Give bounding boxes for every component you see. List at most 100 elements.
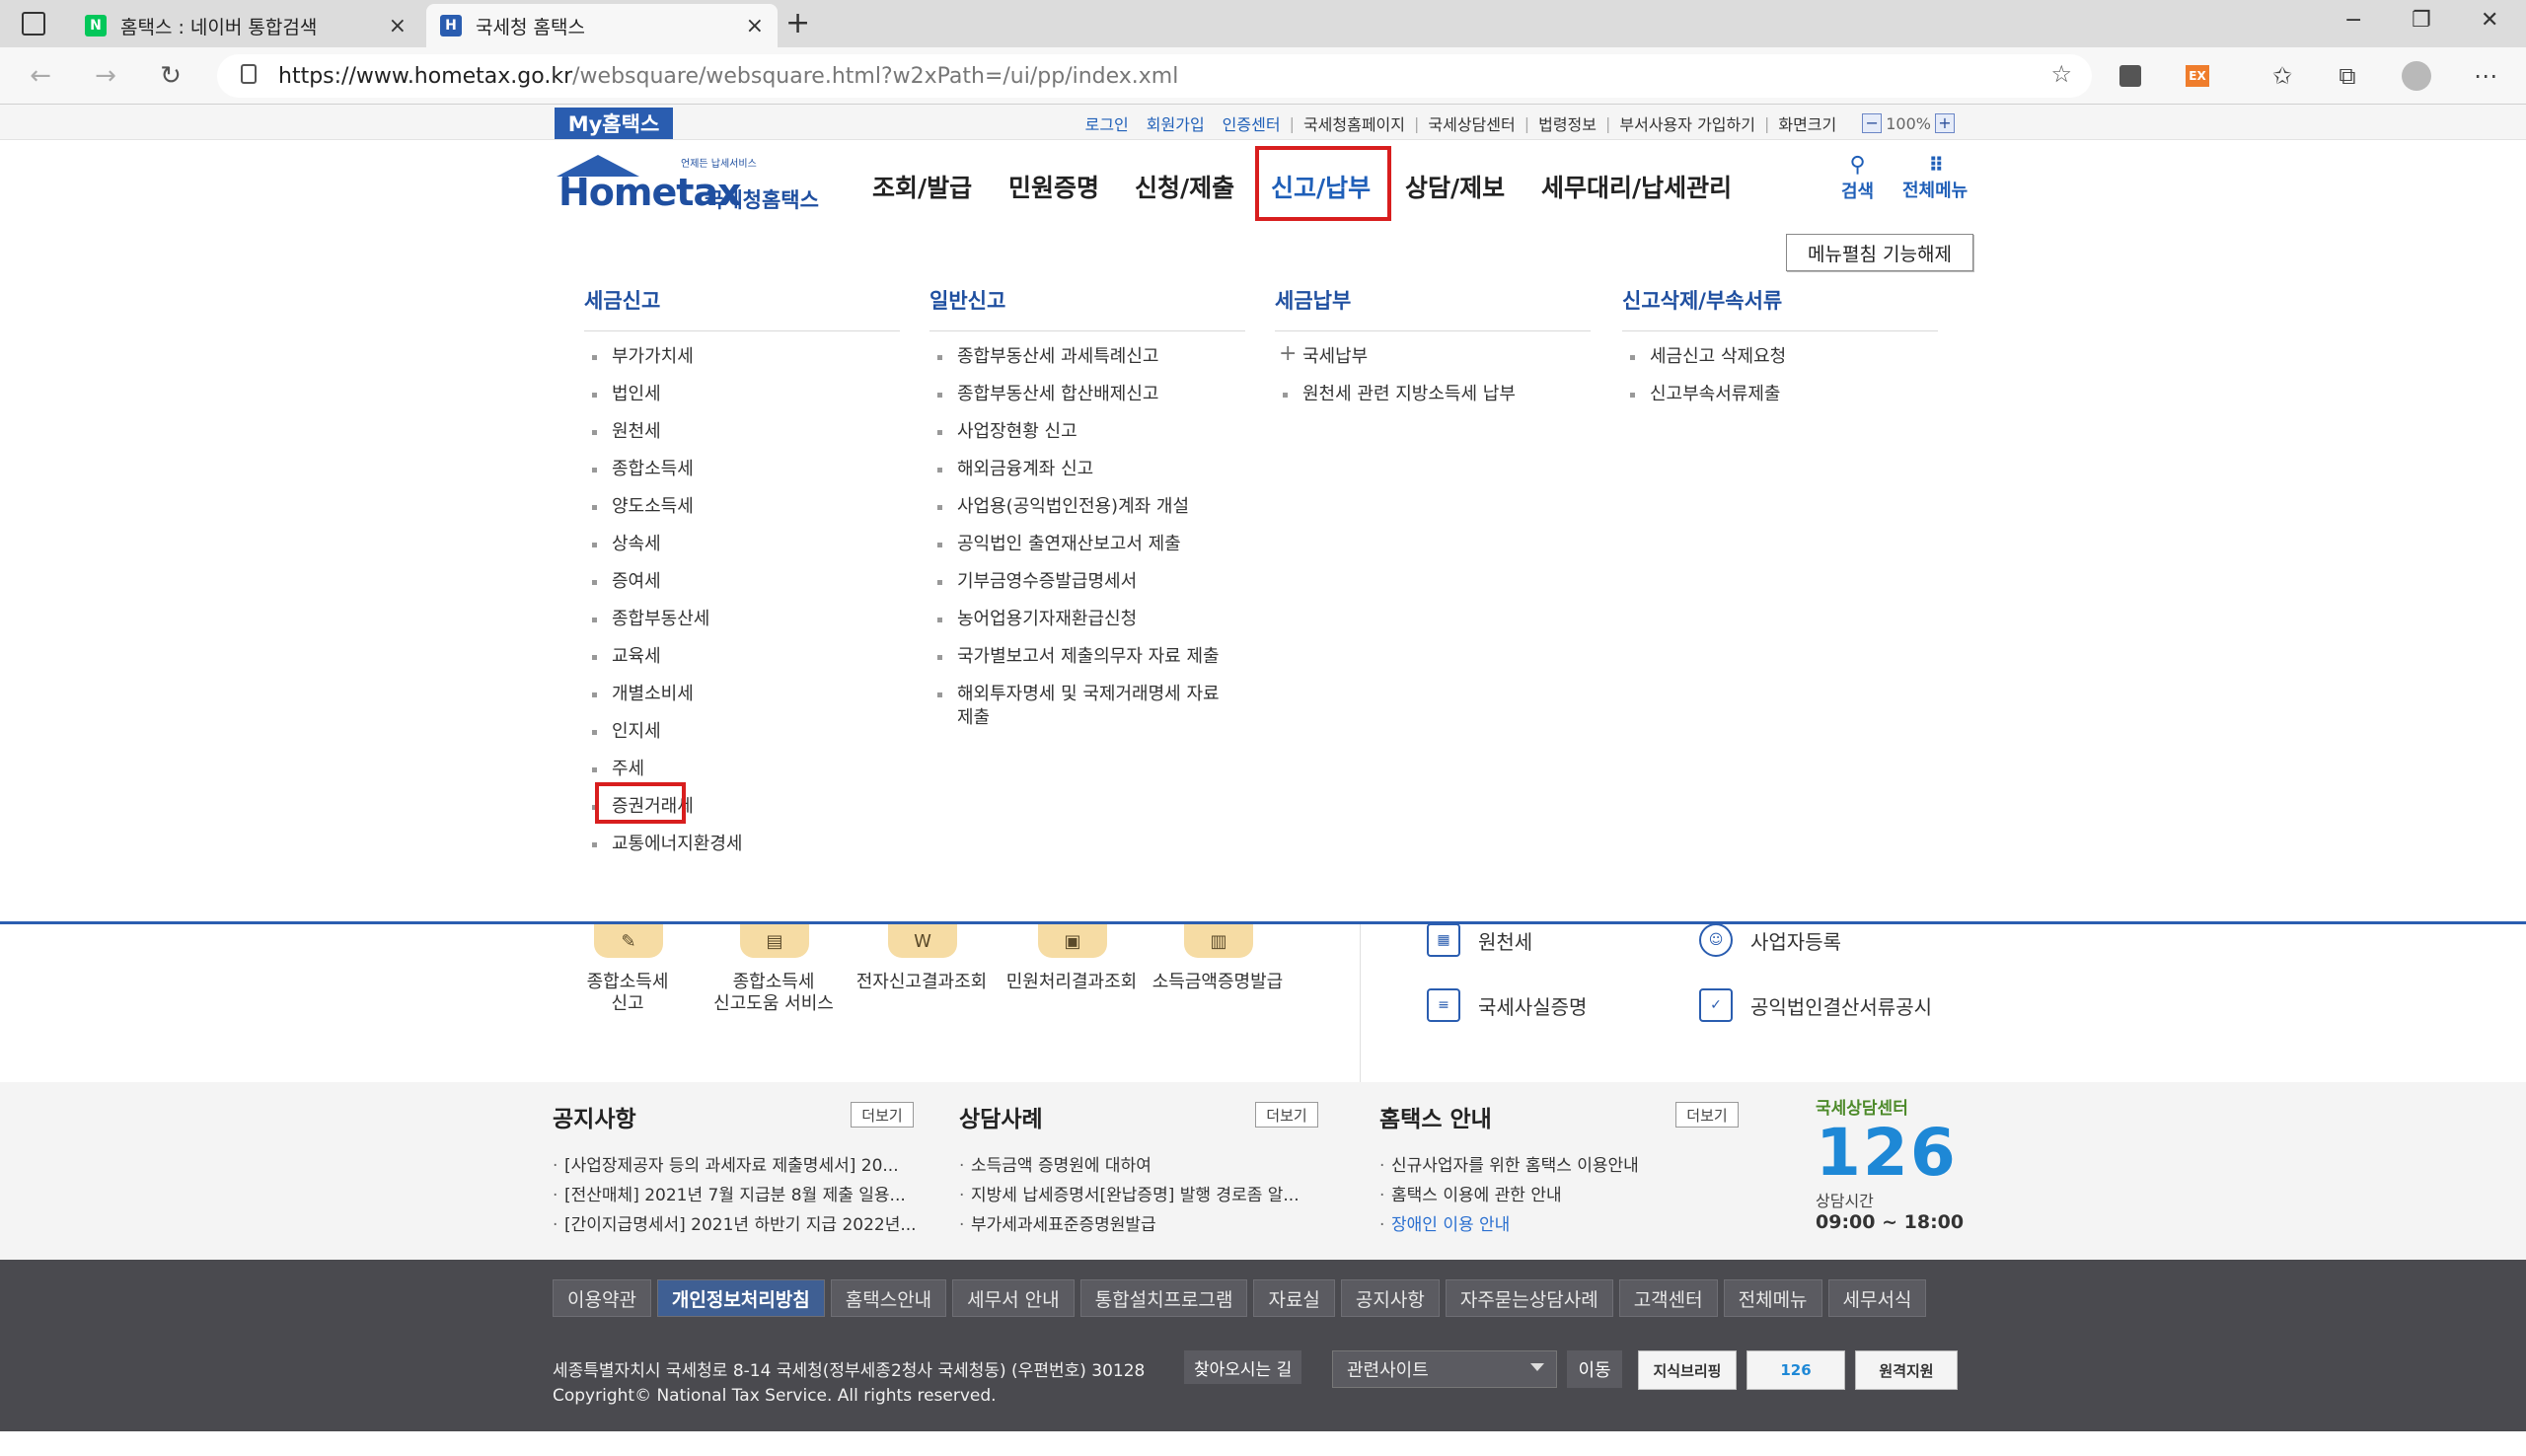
menu-item[interactable]: 사업용(공익법인전용)계좌 개설 xyxy=(929,495,1245,533)
menu-item[interactable]: 공익법인 출연재산보고서 제출 xyxy=(929,533,1245,570)
menu-item[interactable]: 종합부동산세 xyxy=(584,608,900,645)
menu-item[interactable]: 인지세 xyxy=(584,720,900,758)
policy-briefing-badge[interactable]: 지식브리핑 xyxy=(1638,1350,1737,1390)
nts-homepage-link[interactable]: 국세청홈페이지 xyxy=(1295,111,1414,135)
remote-support-badge[interactable]: 원격지원 xyxy=(1855,1350,1958,1390)
tab-actions-icon[interactable] xyxy=(22,12,45,36)
tab-close-icon[interactable]: × xyxy=(746,14,764,38)
list-item[interactable]: 지방세 납세증명서[완납증명] 발행 경로좀 알... xyxy=(957,1181,1324,1210)
menu-item[interactable]: 부가가치세 xyxy=(584,345,900,383)
related-sites-select[interactable]: 관련사이트 xyxy=(1332,1350,1557,1388)
reload-button[interactable]: ↻ xyxy=(152,57,189,95)
law-info-link[interactable]: 법령정보 xyxy=(1529,111,1605,135)
signup-link[interactable]: 회원가입 xyxy=(1138,111,1214,135)
gnb-apply-submit[interactable]: 신청/제출 xyxy=(1135,169,1234,204)
login-link[interactable]: 로그인 xyxy=(1077,111,1138,135)
gnb-inquiry-issue[interactable]: 조회/발급 xyxy=(872,169,972,204)
gnb-consult-report[interactable]: 상담/제보 xyxy=(1405,169,1505,204)
menu-item[interactable]: 종합부동산세 합산배제신고 xyxy=(929,383,1245,420)
list-item[interactable]: [간이지급명세서] 2021년 하반기 지급 2022년... xyxy=(551,1210,918,1240)
new-tab-button[interactable]: + xyxy=(785,6,810,40)
footer-all-menu-link[interactable]: 전체메뉴 xyxy=(1723,1279,1822,1317)
list-item[interactable]: 장애인 이용 안내 xyxy=(1377,1210,1752,1240)
footer-tax-office-link[interactable]: 세무서 안내 xyxy=(952,1279,1075,1317)
menu-item-gift-tax[interactable]: 증여세 xyxy=(584,570,900,608)
cert-center-link[interactable]: 인증센터 xyxy=(1214,111,1290,135)
profile-avatar-icon[interactable] xyxy=(2400,59,2433,93)
menu-item[interactable]: 신고부속서류제출 xyxy=(1622,383,1938,420)
consult-center-126-banner[interactable]: 국세상담센터 126 상담시간 09:00 ~ 18:00 xyxy=(1816,1094,1983,1242)
all-menu-button[interactable]: ⠿ 전체메뉴 xyxy=(1902,153,1968,202)
consult-more-button[interactable]: 더보기 xyxy=(1255,1102,1318,1128)
find-way-button[interactable]: 찾아오시는 길 xyxy=(1184,1350,1302,1384)
tab-hometax[interactable]: H 국세청 홈택스 × xyxy=(426,4,778,47)
list-item[interactable]: 부가세과세표준증명원발급 xyxy=(957,1210,1324,1240)
search-button[interactable]: ⚲ 검색 xyxy=(1841,153,1874,203)
menu-item[interactable]: 상속세 xyxy=(584,533,900,570)
zoom-in-button[interactable]: + xyxy=(1935,113,1955,133)
quick-item-e-report-result[interactable]: 전자신고결과조회 xyxy=(843,972,1001,993)
notice-more-button[interactable]: 더보기 xyxy=(851,1102,914,1128)
list-item[interactable]: 소득금액 증명원에 대하여 xyxy=(957,1151,1324,1181)
footer-notice-link[interactable]: 공지사항 xyxy=(1340,1279,1440,1317)
service-withholding-tax[interactable]: ▦ 원천세 xyxy=(1427,923,1532,957)
tab-naver-search[interactable]: N 홈택스 : 네이버 통합검색 × xyxy=(71,4,420,47)
menu-item[interactable]: 국가별보고서 제출의무자 자료 제출 xyxy=(929,645,1245,683)
menu-item[interactable]: 기부금영수증발급명세서 xyxy=(929,570,1245,608)
menu-item[interactable]: 법인세 xyxy=(584,383,900,420)
menu-item[interactable]: 사업장현황 신고 xyxy=(929,420,1245,458)
quick-item-income-cert[interactable]: 소득금액증명발급 xyxy=(1139,972,1297,993)
service-business-registration[interactable]: ☺ 사업자등록 xyxy=(1699,923,1841,957)
footer-terms-link[interactable]: 이용약관 xyxy=(553,1279,651,1317)
list-item[interactable]: 신규사업자를 위한 홈택스 이용안내 xyxy=(1377,1151,1752,1181)
list-item[interactable]: 홈택스 이용에 관한 안내 xyxy=(1377,1181,1752,1210)
menu-expand-toggle-button[interactable]: 메뉴펼침 기능해제 xyxy=(1786,234,1973,271)
list-item[interactable]: [사업장제공자 등의 과세자료 제출명세서] 20... xyxy=(551,1151,918,1181)
footer-hometax-guide-link[interactable]: 홈택스안내 xyxy=(830,1279,947,1317)
back-button[interactable]: ← xyxy=(22,57,59,95)
hometax-logo[interactable]: Hometax 언제든 납세서비스 국세청홈택스 xyxy=(553,151,819,216)
menu-item[interactable]: 양도소득세 xyxy=(584,495,900,533)
menu-item[interactable]: 교육세 xyxy=(584,645,900,683)
menu-item-national-tax-payment[interactable]: 국세납부 xyxy=(1275,342,1591,383)
extension-icon[interactable]: EX xyxy=(2181,59,2214,93)
menu-item[interactable]: 세금신고 삭제요청 xyxy=(1622,345,1938,383)
forward-button[interactable]: → xyxy=(87,57,124,95)
menu-item[interactable]: 농어업용기자재환급신청 xyxy=(929,608,1245,645)
footer-archive-link[interactable]: 자료실 xyxy=(1253,1279,1335,1317)
service-public-corp-disclosure[interactable]: ✓ 공익법인결산서류공시 xyxy=(1699,988,1932,1022)
restore-button[interactable]: ❐ xyxy=(2412,8,2431,33)
minimize-button[interactable]: − xyxy=(2344,8,2362,33)
service-tax-fact-cert[interactable]: ≡ 국세사실증명 xyxy=(1427,988,1587,1022)
consult-126-badge[interactable]: 126 xyxy=(1746,1350,1845,1390)
footer-install-link[interactable]: 통합설치프로그램 xyxy=(1079,1279,1248,1317)
close-window-button[interactable]: ✕ xyxy=(2481,8,2498,33)
dept-user-join-link[interactable]: 부서사용자 가입하기 xyxy=(1610,111,1764,135)
menu-item[interactable]: 교통에너지환경세 xyxy=(584,833,900,870)
menu-item[interactable]: 해외금융계좌 신고 xyxy=(929,458,1245,495)
footer-faq-link[interactable]: 자주묻는상담사례 xyxy=(1445,1279,1613,1317)
favorites-icon[interactable]: ✩ xyxy=(2266,59,2299,93)
menu-item[interactable]: 종합부동산세 과세특례신고 xyxy=(929,345,1245,383)
quick-item-civil-result[interactable]: 민원처리결과조회 xyxy=(993,972,1151,993)
footer-tax-forms-link[interactable]: 세무서식 xyxy=(1827,1279,1927,1317)
guide-more-button[interactable]: 더보기 xyxy=(1675,1102,1739,1128)
gnb-tax-agent[interactable]: 세무대리/납세관리 xyxy=(1541,169,1732,204)
menu-item[interactable]: 종합소득세 xyxy=(584,458,900,495)
gnb-civil-cert[interactable]: 민원증명 xyxy=(1008,169,1099,204)
footer-customer-center-link[interactable]: 고객센터 xyxy=(1618,1279,1718,1317)
list-item[interactable]: [전산매체] 2021년 7월 지급분 8월 제출 일용... xyxy=(551,1181,918,1210)
menu-item[interactable]: 개별소비세 xyxy=(584,683,900,720)
go-button[interactable]: 이동 xyxy=(1567,1350,1622,1388)
menu-item[interactable]: 원천세 xyxy=(584,420,900,458)
footer-privacy-link[interactable]: 개인정보처리방침 xyxy=(656,1279,825,1317)
quick-item-income-tax-help[interactable]: 종합소득세 신고도움 서비스 xyxy=(695,972,853,1015)
consult-center-link[interactable]: 국세상담센터 xyxy=(1419,111,1523,135)
menu-item[interactable]: 원천세 관련 지방소득세 납부 xyxy=(1275,383,1591,420)
collections-icon[interactable]: ⧉ xyxy=(2331,59,2364,93)
zoom-out-button[interactable]: − xyxy=(1862,113,1883,133)
quick-item-income-tax-report[interactable]: 종합소득세 신고 xyxy=(549,972,706,1015)
favorite-star-icon[interactable]: ☆ xyxy=(2050,60,2072,88)
address-bar-input[interactable]: https://www.hometax.go.kr/websquare/webs… xyxy=(217,54,2092,98)
more-options-icon[interactable]: ⋯ xyxy=(2469,59,2502,93)
